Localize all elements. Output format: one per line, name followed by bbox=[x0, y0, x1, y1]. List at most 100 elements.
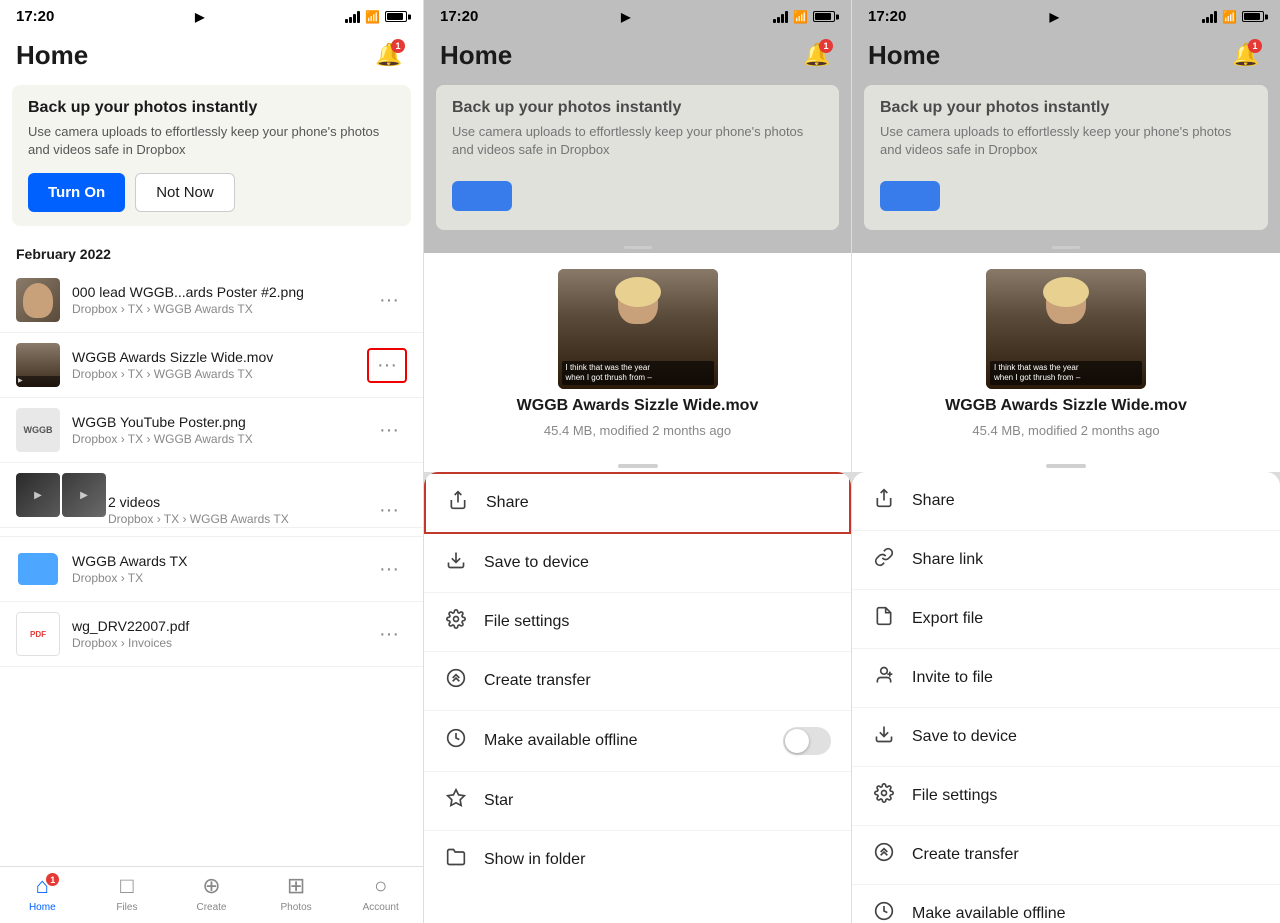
banner-description-1: Use camera uploads to effortlessly keep … bbox=[28, 123, 395, 159]
star-menu-item[interactable]: Star bbox=[424, 772, 851, 831]
create-transfer-label: Create transfer bbox=[484, 672, 831, 690]
banner-title-1: Back up your photos instantly bbox=[28, 99, 395, 117]
share-menu-item[interactable]: Share bbox=[424, 472, 851, 534]
file-thumbnail: ▶ bbox=[16, 343, 60, 387]
account-nav-icon: ○ bbox=[374, 873, 387, 899]
invite-to-file-label: Invite to file bbox=[912, 669, 1260, 687]
save-device-icon bbox=[444, 550, 468, 576]
export-icon bbox=[872, 606, 896, 632]
create-nav-icon: ⊕ bbox=[202, 873, 220, 899]
list-item[interactable]: WGGB WGGB YouTube Poster.png Dropbox › T… bbox=[0, 398, 423, 463]
time-1: 17:20 bbox=[16, 8, 54, 25]
file-thumbnail-card-3: I think that was the yearwhen I got thru… bbox=[986, 269, 1146, 389]
wifi-icon-3: 📶 bbox=[1222, 10, 1237, 24]
backup-banner-2: Back up your photos instantly Use camera… bbox=[436, 85, 839, 230]
invite-to-file-menu-item[interactable]: Invite to file bbox=[852, 649, 1280, 708]
offline-toggle[interactable] bbox=[783, 727, 831, 755]
file-info: WGGB Awards TX Dropbox › TX bbox=[72, 553, 359, 585]
save-to-device-menu-item-3[interactable]: Save to device bbox=[852, 708, 1280, 767]
nav-account[interactable]: ○ Account bbox=[338, 873, 423, 913]
file-thumbnail bbox=[16, 278, 60, 322]
backup-banner-1: Back up your photos instantly Use camera… bbox=[12, 85, 411, 226]
more-options-button[interactable]: ··· bbox=[371, 415, 407, 446]
list-item[interactable]: WGGB Awards TX Dropbox › TX ··· bbox=[0, 537, 423, 602]
banner-description-2: Use camera uploads to effortlessly keep … bbox=[452, 123, 823, 159]
file-list-1: 000 lead WGGB...ards Poster #2.png Dropb… bbox=[0, 268, 423, 866]
notification-badge-3: 1 bbox=[1248, 39, 1262, 53]
save-to-device-menu-item[interactable]: Save to device bbox=[424, 534, 851, 593]
create-transfer-menu-item-3[interactable]: Create transfer bbox=[852, 826, 1280, 885]
file-settings-icon bbox=[444, 609, 468, 635]
status-bar-2: 17:20 ▶ 📶 bbox=[424, 0, 851, 29]
export-file-menu-item[interactable]: Export file bbox=[852, 590, 1280, 649]
toggle-knob bbox=[785, 729, 809, 753]
show-in-folder-menu-item[interactable]: Show in folder bbox=[424, 831, 851, 889]
folder-icon bbox=[444, 847, 468, 873]
nav-create[interactable]: ⊕ Create bbox=[169, 873, 254, 913]
nav-photos-label: Photos bbox=[281, 902, 312, 913]
signal-icon bbox=[345, 11, 360, 23]
offline-menu-item[interactable]: Make available offline bbox=[424, 711, 851, 772]
file-name: WGGB YouTube Poster.png bbox=[72, 414, 359, 430]
more-options-button[interactable]: ··· bbox=[371, 554, 407, 585]
save-device-label-3: Save to device bbox=[912, 728, 1260, 746]
file-name: WGGB Awards Sizzle Wide.mov bbox=[72, 349, 355, 365]
time-2: 17:20 bbox=[440, 8, 478, 25]
status-icons-2: 📶 bbox=[773, 10, 835, 24]
create-transfer-menu-item[interactable]: Create transfer bbox=[424, 652, 851, 711]
file-info: wg_DRV22007.pdf Dropbox › Invoices bbox=[72, 618, 359, 650]
show-in-folder-label: Show in folder bbox=[484, 851, 831, 869]
star-icon bbox=[444, 788, 468, 814]
more-options-button[interactable]: ··· bbox=[371, 495, 407, 526]
file-settings-menu-item[interactable]: File settings bbox=[424, 593, 851, 652]
more-options-button[interactable]: ··· bbox=[371, 619, 407, 650]
notifications-button-1[interactable]: 🔔 1 bbox=[371, 37, 407, 73]
file-card-meta-2: 45.4 MB, modified 2 months ago bbox=[544, 423, 731, 438]
offline-icon-3 bbox=[872, 901, 896, 923]
status-icons-3: 📶 bbox=[1202, 10, 1264, 24]
export-file-label: Export file bbox=[912, 610, 1260, 628]
panel-left: 17:20 ▶ 📶 Home 🔔 1 Back up your photos bbox=[0, 0, 424, 923]
page-title-3: Home bbox=[868, 40, 940, 71]
file-card-2: I think that was the yearwhen I got thru… bbox=[424, 253, 851, 454]
notifications-button-2[interactable]: 🔔 1 bbox=[799, 37, 835, 73]
more-options-button-highlighted[interactable]: ··· bbox=[367, 348, 407, 383]
more-options-button[interactable]: ··· bbox=[371, 285, 407, 316]
list-item[interactable]: PDF wg_DRV22007.pdf Dropbox › Invoices ·… bbox=[0, 602, 423, 667]
section-label-1: February 2022 bbox=[0, 238, 423, 268]
offline-menu-item-3[interactable]: Make available offline bbox=[852, 885, 1280, 923]
turn-on-button[interactable]: Turn On bbox=[28, 173, 125, 212]
notifications-button-3[interactable]: 🔔 1 bbox=[1228, 37, 1264, 73]
file-settings-label: File settings bbox=[484, 613, 831, 631]
photos-nav-icon: ⊞ bbox=[287, 873, 305, 899]
file-info: WGGB Awards Sizzle Wide.mov Dropbox › TX… bbox=[72, 349, 355, 381]
transfer-icon bbox=[444, 668, 468, 694]
nav-create-label: Create bbox=[196, 902, 226, 913]
app-header-3: Home 🔔 1 bbox=[852, 29, 1280, 85]
nav-files[interactable]: □ Files bbox=[85, 873, 170, 913]
file-thumb-pdf: PDF bbox=[16, 612, 60, 656]
list-item[interactable]: ▶ WGGB Awards Sizzle Wide.mov Dropbox › … bbox=[0, 333, 423, 398]
nav-home-badge: 1 bbox=[46, 873, 59, 886]
file-info: 000 lead WGGB...ards Poster #2.png Dropb… bbox=[72, 284, 359, 316]
banner-description-3: Use camera uploads to effortlessly keep … bbox=[880, 123, 1252, 159]
file-name: wg_DRV22007.pdf bbox=[72, 618, 359, 634]
file-path: Dropbox › TX bbox=[72, 571, 359, 585]
link-icon bbox=[872, 547, 896, 573]
save-device-label: Save to device bbox=[484, 554, 831, 572]
list-item[interactable]: 000 lead WGGB...ards Poster #2.png Dropb… bbox=[0, 268, 423, 333]
file-settings-menu-item-3[interactable]: File settings bbox=[852, 767, 1280, 826]
nav-photos[interactable]: ⊞ Photos bbox=[254, 873, 339, 913]
nav-account-label: Account bbox=[363, 902, 399, 913]
create-transfer-label-3: Create transfer bbox=[912, 846, 1260, 864]
time-3: 17:20 bbox=[868, 8, 906, 25]
file-name: WGGB Awards TX bbox=[72, 553, 359, 569]
file-name: 2 videos bbox=[108, 494, 359, 510]
status-bar-1: 17:20 ▶ 📶 bbox=[0, 0, 423, 29]
share-menu-item-3[interactable]: Share bbox=[852, 472, 1280, 531]
share-link-menu-item[interactable]: Share link bbox=[852, 531, 1280, 590]
status-bar-3: 17:20 ▶ 📶 bbox=[852, 0, 1280, 29]
nav-home[interactable]: ⌂ 1 Home bbox=[0, 873, 85, 913]
not-now-button[interactable]: Not Now bbox=[135, 173, 235, 212]
file-thumbnail: PDF bbox=[16, 612, 60, 656]
